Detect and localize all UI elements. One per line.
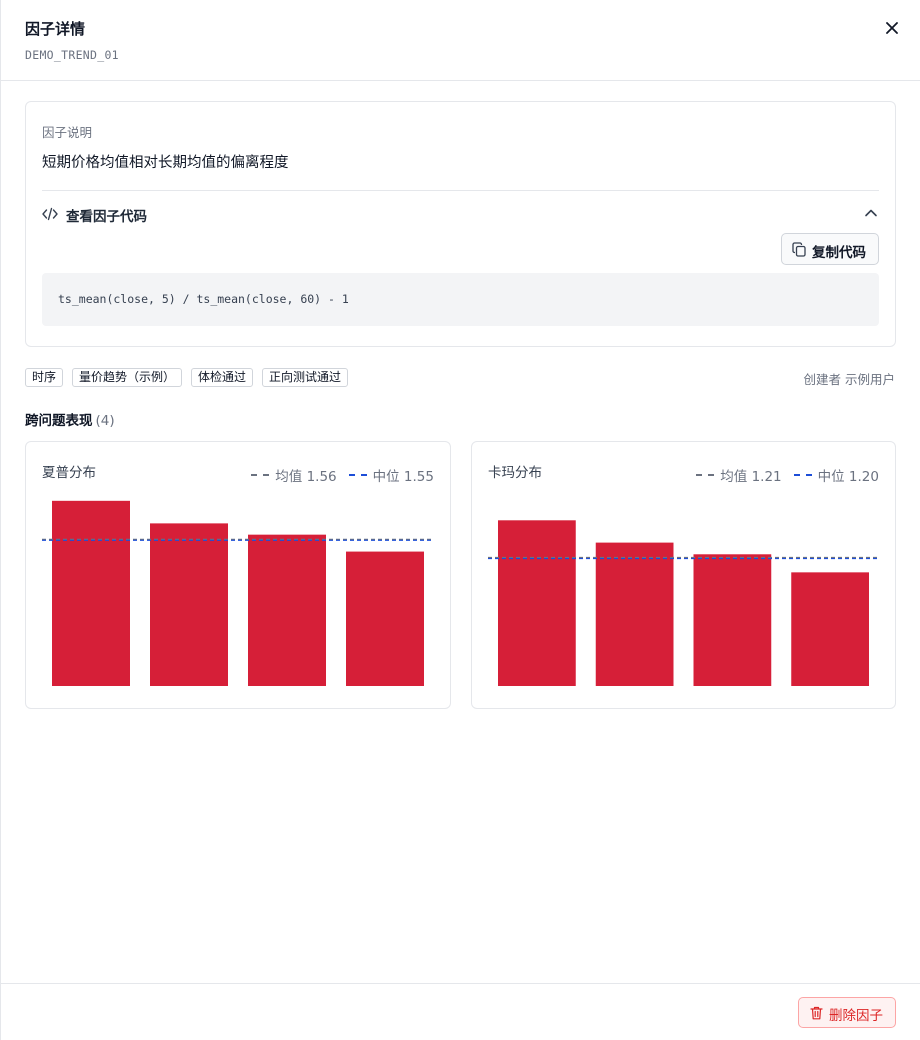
tag: 时序 [25, 368, 64, 387]
factor-description-card: 因子说明 短期价格均值相对长期均值的偏离程度 查看因子代码 复制代码 ts_me… [25, 101, 896, 347]
legend-mean: 均值 1.56 [251, 465, 337, 485]
sharpe-chart-card: 夏普分布 均值 1.56 中位 1.55 [25, 441, 451, 709]
panel-left-border [0, 0, 1, 1040]
creator-info: 创建者 示例用户 [803, 372, 895, 387]
calmar-chart-plot [488, 520, 879, 686]
description-text: 短期价格均值相对长期均值的偏离程度 [42, 155, 289, 171]
tag: 量价趋势（示例） [72, 368, 183, 387]
description-label: 因子说明 [42, 125, 93, 140]
panel-footer: 删除因子 [0, 983, 920, 1040]
chart-title: 夏普分布 [42, 465, 96, 481]
bar [248, 534, 326, 686]
copy-code-button[interactable]: 复制代码 [781, 233, 879, 265]
close-icon [886, 22, 898, 34]
view-code-label: 查看因子代码 [66, 209, 147, 225]
chart-title: 卡玛分布 [488, 465, 542, 481]
trash-icon [810, 1006, 823, 1020]
median-line-swatch [348, 474, 367, 476]
legend-median: 中位 1.20 [793, 465, 879, 485]
delete-factor-label: 删除因子 [829, 1008, 883, 1024]
section-title-label: 跨问题表现 [25, 413, 93, 429]
section-title-count: (4) [95, 413, 115, 429]
chart-legend: 均值 1.56 中位 1.55 [251, 465, 434, 485]
factor-code: ts_mean(close, 5) / ts_mean(close, 60) -… [58, 292, 349, 306]
legend-median: 中位 1.55 [348, 465, 434, 485]
bar [595, 542, 674, 686]
delete-factor-button[interactable]: 删除因子 [798, 997, 896, 1028]
bar [52, 500, 130, 686]
panel-header: 因子详情 DEMO_TREND_01 [0, 0, 920, 81]
bar [346, 551, 424, 686]
copy-code-label: 复制代码 [812, 245, 866, 261]
code-block: ts_mean(close, 5) / ts_mean(close, 60) -… [42, 273, 879, 326]
close-button[interactable] [882, 18, 902, 38]
tag: 正向测试通过 [262, 368, 349, 387]
legend-mean-label: 均值 1.21 [720, 469, 782, 485]
bar [791, 572, 869, 686]
mean-line-swatch [251, 474, 270, 476]
code-icon [42, 207, 58, 221]
legend-median-label: 中位 1.20 [817, 469, 879, 485]
bar [150, 523, 228, 686]
tag: 体检通过 [191, 368, 254, 387]
bar [693, 554, 772, 686]
bar [498, 520, 576, 686]
legend-mean-label: 均值 1.56 [275, 469, 337, 485]
copy-icon [792, 242, 806, 257]
cross-problem-section-title: 跨问题表现 (4) [25, 409, 115, 429]
divider [42, 190, 879, 191]
factor-id: DEMO_TREND_01 [25, 48, 119, 62]
mean-line-swatch [696, 474, 715, 476]
tag-list: 时序 量价趋势（示例） 体检通过 正向测试通过 [25, 368, 349, 387]
chevron-up-icon [865, 209, 877, 217]
legend-mean: 均值 1.21 [696, 465, 782, 485]
view-code-toggle[interactable]: 查看因子代码 [42, 202, 879, 228]
legend-median-label: 中位 1.55 [372, 469, 434, 485]
chart-legend: 均值 1.21 中位 1.20 [696, 465, 879, 485]
median-line-swatch [793, 474, 812, 476]
panel-title: 因子详情 [25, 20, 86, 38]
sharpe-chart-plot [42, 500, 434, 686]
calmar-chart-card: 卡玛分布 均值 1.21 中位 1.20 [471, 441, 896, 709]
